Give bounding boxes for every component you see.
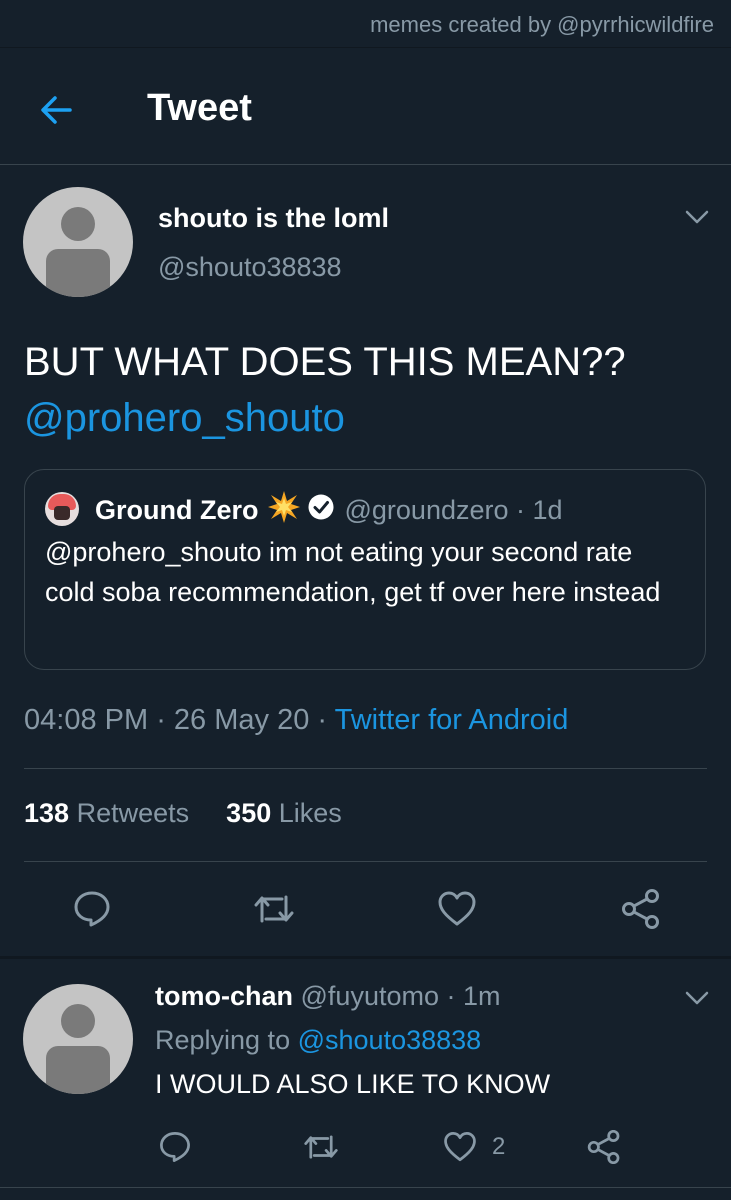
reply-text: I WOULD ALSO LIKE TO KNOW bbox=[155, 1069, 551, 1099]
tweet-options-button[interactable] bbox=[683, 207, 711, 227]
avatar-body bbox=[46, 1046, 110, 1094]
meta-separator: · bbox=[317, 704, 335, 736]
author-name[interactable]: shouto is the loml bbox=[158, 203, 389, 234]
meta-separator: · bbox=[508, 495, 533, 525]
quote-header: Ground Zero @groundzero · 1d bbox=[95, 490, 563, 531]
arrow-left-icon bbox=[41, 96, 72, 124]
tweet-source-link[interactable]: Twitter for Android bbox=[335, 704, 569, 736]
retweets-count: 138 bbox=[24, 798, 70, 828]
chevron-down-icon bbox=[685, 210, 709, 224]
likes-stat[interactable]: 350 Likes bbox=[226, 798, 342, 828]
tweet-meta: 04:08 PM · 26 May 20 · Twitter for Andro… bbox=[24, 704, 568, 737]
tweet-date: 26 May 20 bbox=[173, 704, 310, 736]
quoted-tweet[interactable]: Ground Zero @groundzero · 1d @prohero_sh… bbox=[24, 469, 706, 670]
retweets-label: Retweets bbox=[76, 798, 190, 828]
page-title: Tweet bbox=[147, 87, 252, 129]
quote-author-name: Ground Zero bbox=[95, 495, 259, 525]
top-divider bbox=[0, 47, 731, 48]
avatar-body bbox=[46, 249, 110, 297]
quote-handle: @groundzero bbox=[344, 495, 509, 525]
retweet-button[interactable] bbox=[252, 889, 296, 934]
reply-reply-button[interactable] bbox=[158, 1130, 192, 1169]
heart-icon bbox=[438, 891, 476, 926]
retweet-icon bbox=[254, 895, 294, 923]
reply-options-button[interactable] bbox=[683, 988, 711, 1008]
reply-time: 1m bbox=[463, 981, 501, 1011]
tweet-mention-link[interactable]: @prohero_shouto bbox=[24, 390, 714, 446]
meta-separator: · bbox=[446, 981, 463, 1011]
quote-avatar[interactable] bbox=[45, 492, 79, 526]
like-button[interactable] bbox=[437, 889, 477, 934]
reply-icon bbox=[160, 1132, 190, 1162]
back-button[interactable] bbox=[36, 90, 76, 130]
reply-author-avatar[interactable] bbox=[23, 984, 133, 1094]
watermark-text: memes created by @pyrrhicwildfire bbox=[370, 12, 714, 37]
section-divider bbox=[0, 956, 731, 959]
likes-count: 350 bbox=[226, 798, 272, 828]
tweet-stats: 138 Retweets 350 Likes bbox=[24, 798, 342, 829]
bottom-divider bbox=[0, 1187, 731, 1188]
divider bbox=[24, 861, 707, 862]
retweets-stat[interactable]: 138 Retweets bbox=[24, 798, 197, 828]
reply-author-handle[interactable]: @fuyutomo bbox=[301, 981, 439, 1011]
replying-to-label: Replying to bbox=[155, 1025, 291, 1055]
likes-label: Likes bbox=[278, 798, 342, 828]
reply-author-name[interactable]: tomo-chan bbox=[155, 981, 293, 1011]
quote-text: @prohero_shouto im not eating your secon… bbox=[45, 537, 661, 607]
divider bbox=[24, 768, 707, 769]
verified-badge-icon bbox=[307, 493, 335, 528]
author-avatar[interactable] bbox=[23, 187, 133, 297]
reply-header: tomo-chan @fuyutomo · 1m bbox=[155, 981, 501, 1012]
reply-share-button[interactable] bbox=[586, 1129, 622, 1169]
explosion-emoji-icon bbox=[267, 490, 301, 531]
replying-to-mention[interactable]: @shouto38838 bbox=[298, 1025, 482, 1055]
share-icon bbox=[622, 889, 659, 929]
chevron-down-icon bbox=[685, 991, 709, 1005]
tweet-time: 04:08 PM bbox=[24, 704, 149, 736]
tweet-body: BUT WHAT DOES THIS MEAN?? bbox=[24, 340, 626, 384]
retweet-icon bbox=[304, 1135, 338, 1159]
heart-icon bbox=[444, 1132, 476, 1162]
meta-separator: · bbox=[156, 704, 174, 736]
author-handle[interactable]: @shouto38838 bbox=[158, 252, 342, 283]
header-bar: Tweet bbox=[0, 60, 731, 165]
tweet-text: BUT WHAT DOES THIS MEAN?? @prohero_shout… bbox=[24, 334, 714, 446]
reply-like-count: 2 bbox=[492, 1133, 506, 1160]
quote-time: 1d bbox=[532, 495, 563, 525]
reply-icon bbox=[74, 891, 110, 927]
share-icon bbox=[587, 1129, 620, 1165]
share-button[interactable] bbox=[620, 889, 662, 934]
reply-like-button[interactable] bbox=[443, 1130, 477, 1169]
avatar-head bbox=[61, 1004, 95, 1038]
reply-button[interactable] bbox=[72, 889, 112, 934]
replying-to-line: Replying to @shouto38838 bbox=[155, 1025, 481, 1056]
avatar-face bbox=[54, 506, 70, 520]
avatar-head bbox=[61, 207, 95, 241]
reply-retweet-button[interactable] bbox=[302, 1130, 340, 1169]
